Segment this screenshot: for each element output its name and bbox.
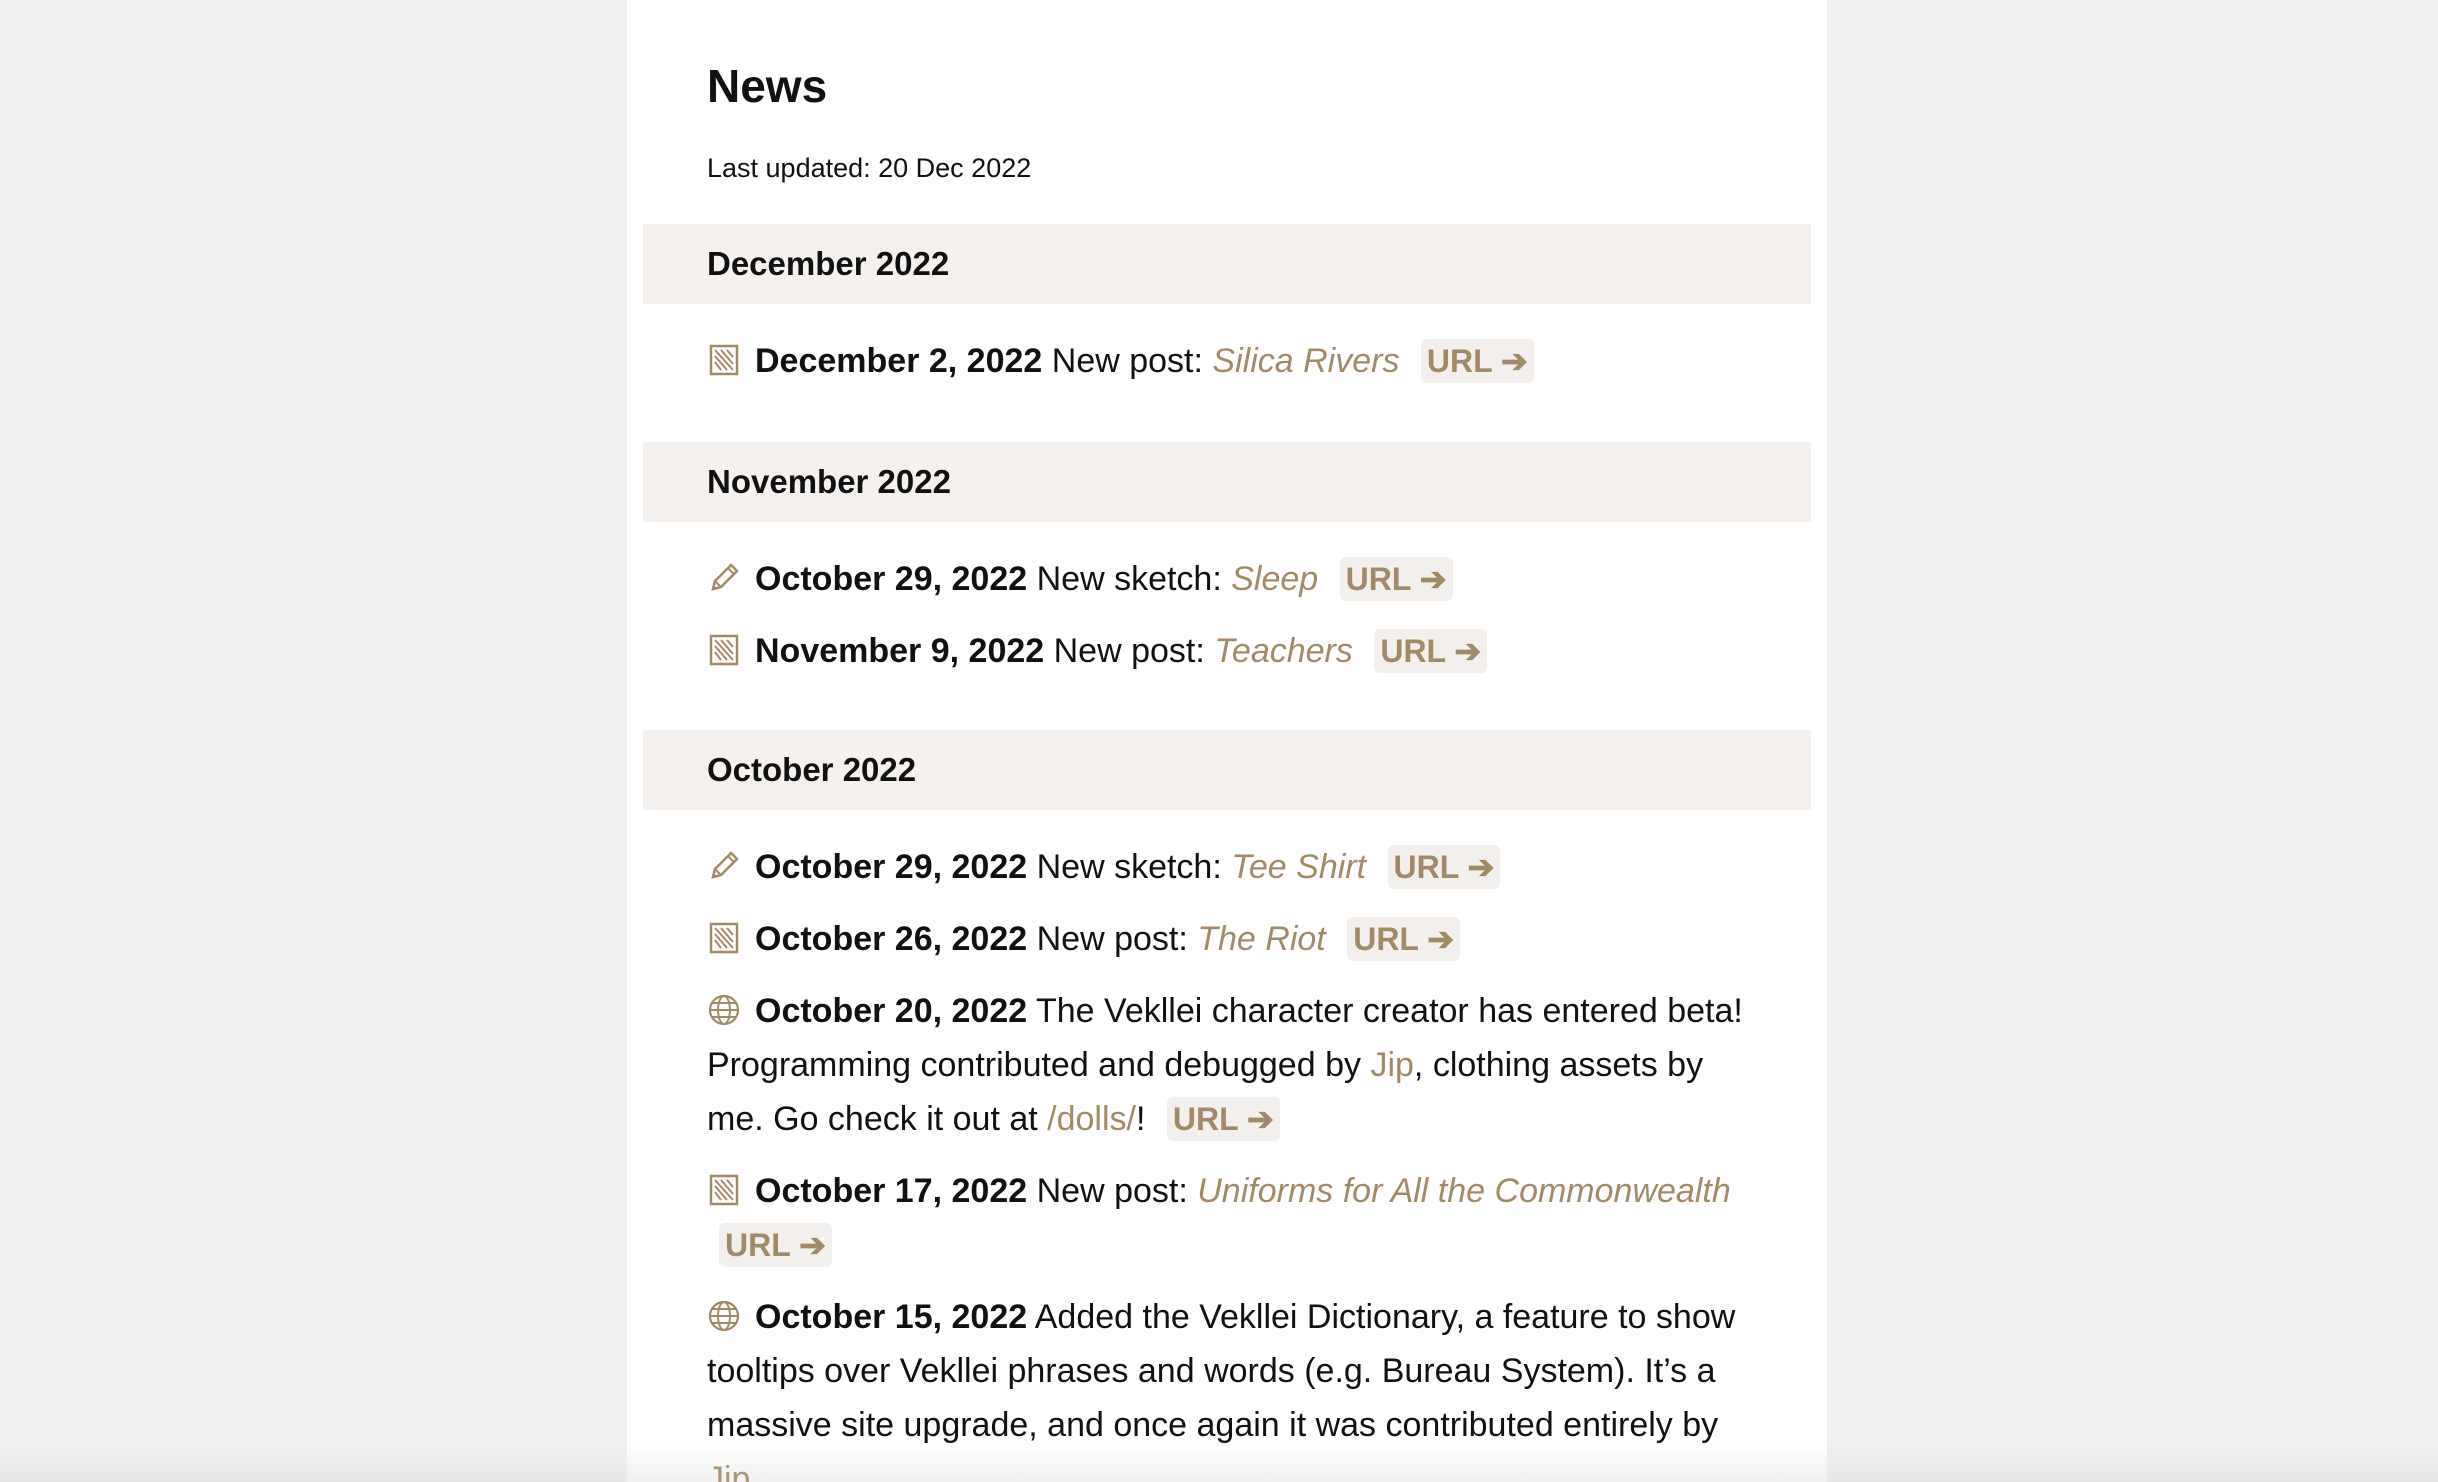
news-entry: December 2, 2022 New post: Silica Rivers… bbox=[707, 334, 1747, 388]
entry-text: New post: bbox=[1053, 632, 1205, 670]
entry-text: New sketch: bbox=[1036, 848, 1222, 886]
notebook-icon bbox=[709, 1174, 739, 1206]
month-header-october-2022: October 2022 bbox=[643, 730, 1811, 810]
news-entry: October 29, 2022 New sketch: Tee Shirt U… bbox=[707, 840, 1747, 894]
month-entries-october-2022: October 29, 2022 New sketch: Tee Shirt U… bbox=[643, 810, 1811, 1482]
jip-link[interactable]: Jip bbox=[1370, 1046, 1413, 1084]
entry-title-link[interactable]: Silica Rivers bbox=[1212, 342, 1399, 380]
month-header-november-2022: November 2022 bbox=[643, 442, 1811, 522]
url-button[interactable]: URL ➔ bbox=[1387, 845, 1501, 889]
url-button[interactable]: URL ➔ bbox=[1339, 557, 1453, 601]
url-button[interactable]: URL ➔ bbox=[1374, 629, 1488, 673]
pencil-icon bbox=[711, 851, 739, 879]
globe-icon bbox=[708, 994, 740, 1026]
month-entries-november-2022: October 29, 2022 New sketch: Sleep URL ➔… bbox=[643, 522, 1811, 718]
entry-text: New sketch: bbox=[1036, 560, 1222, 598]
month-entries-december-2022: December 2, 2022 New post: Silica Rivers… bbox=[643, 304, 1811, 428]
entry-date: October 20, 2022 bbox=[755, 992, 1028, 1030]
notebook-icon bbox=[709, 922, 739, 954]
news-entry: October 15, 2022 Added the Vekllei Dicti… bbox=[707, 1290, 1747, 1482]
entry-title-link[interactable]: Uniforms for All the Commonwealth bbox=[1197, 1172, 1730, 1210]
url-button[interactable]: URL ➔ bbox=[1420, 339, 1534, 383]
entry-text: New post: bbox=[1036, 920, 1188, 958]
globe-icon bbox=[708, 1300, 740, 1332]
jip-link[interactable]: Jip bbox=[707, 1460, 750, 1482]
entry-text: New post: bbox=[1036, 1172, 1188, 1210]
entry-date: November 9, 2022 bbox=[755, 632, 1045, 670]
month-header-december-2022: December 2022 bbox=[643, 224, 1811, 304]
entry-title-link[interactable]: Tee Shirt bbox=[1231, 848, 1366, 886]
entry-title-link[interactable]: The Riot bbox=[1197, 920, 1326, 958]
news-entry: October 26, 2022 New post: The Riot URL … bbox=[707, 912, 1747, 966]
entry-date: October 17, 2022 bbox=[755, 1172, 1028, 1210]
news-page: News Last updated: 20 Dec 2022 December … bbox=[627, 0, 1827, 1482]
url-button[interactable]: URL ➔ bbox=[1347, 917, 1461, 961]
last-updated: Last updated: 20 Dec 2022 bbox=[707, 153, 1032, 183]
news-entry: October 17, 2022 New post: Uniforms for … bbox=[707, 1164, 1747, 1272]
notebook-icon bbox=[709, 634, 739, 666]
news-entry: October 20, 2022 The Vekllei character c… bbox=[707, 984, 1747, 1146]
dolls-link[interactable]: /dolls/ bbox=[1047, 1100, 1136, 1138]
entry-text-3: ! bbox=[1135, 1100, 1146, 1138]
page-title: News bbox=[707, 60, 828, 112]
entry-text: New post: bbox=[1051, 342, 1203, 380]
news-entry: October 29, 2022 New sketch: Sleep URL ➔ bbox=[707, 552, 1747, 606]
entry-date: October 26, 2022 bbox=[755, 920, 1028, 958]
url-button[interactable]: URL ➔ bbox=[719, 1223, 832, 1267]
entry-title-link[interactable]: Teachers bbox=[1214, 632, 1353, 670]
url-button[interactable]: URL ➔ bbox=[1166, 1097, 1280, 1141]
entry-title-link[interactable]: Sleep bbox=[1231, 560, 1318, 598]
news-entry: November 9, 2022 New post: Teachers URL … bbox=[707, 624, 1747, 678]
pencil-icon bbox=[711, 563, 739, 591]
entry-date: October 29, 2022 bbox=[755, 560, 1028, 598]
entry-date: October 15, 2022 bbox=[755, 1298, 1028, 1336]
notebook-icon bbox=[709, 344, 739, 376]
entry-date: December 2, 2022 bbox=[755, 342, 1043, 380]
entry-date: October 29, 2022 bbox=[755, 848, 1028, 886]
